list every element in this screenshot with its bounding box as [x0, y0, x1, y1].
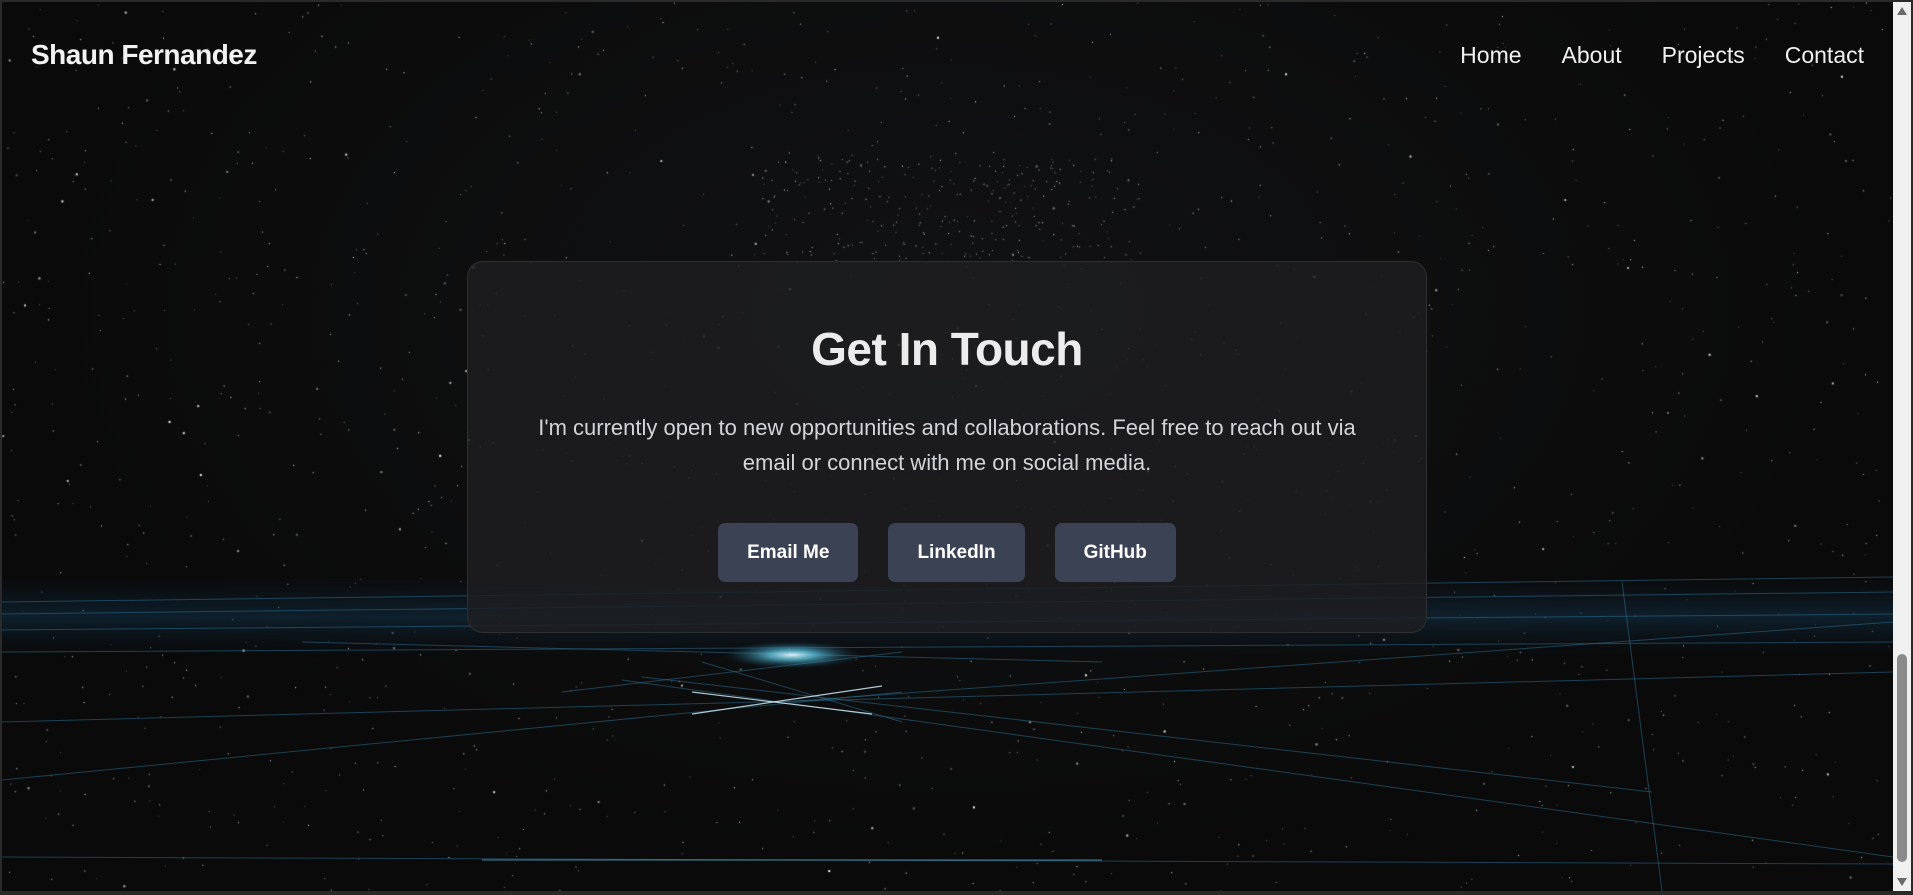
site-brand[interactable]: Shaun Fernandez	[31, 39, 257, 71]
grid-line	[2, 691, 903, 781]
scroll-thumb[interactable]	[1897, 654, 1907, 862]
grid-highlight-line	[691, 685, 883, 715]
linkedin-button[interactable]: LinkedIn	[888, 523, 1025, 582]
email-me-button[interactable]: Email Me	[718, 523, 859, 582]
contact-description: I'm currently open to new opportunities …	[538, 415, 1356, 475]
grid-line	[641, 676, 1653, 793]
nav-links: Home About Projects Contact	[1460, 42, 1864, 69]
vertical-scrollbar[interactable]	[1893, 2, 1911, 891]
nav-link-about[interactable]: About	[1562, 42, 1622, 69]
github-button[interactable]: GitHub	[1054, 523, 1176, 582]
grid-line	[701, 661, 903, 723]
browser-window: Shaun Fernandez Home About Projects Cont…	[2, 2, 1911, 891]
contact-title: Get In Touch	[811, 323, 1083, 375]
grid-line	[2, 671, 1893, 723]
scroll-up-arrow-icon[interactable]	[1897, 7, 1907, 15]
horizon-glow	[722, 641, 862, 669]
page-viewport: Shaun Fernandez Home About Projects Cont…	[2, 2, 1893, 891]
contact-buttons: Email Me LinkedIn GitHub	[468, 523, 1426, 582]
top-navbar: Shaun Fernandez Home About Projects Cont…	[2, 2, 1893, 108]
nav-link-contact[interactable]: Contact	[1785, 42, 1864, 69]
nav-link-home[interactable]: Home	[1460, 42, 1521, 69]
contact-card: Get In Touch I'm currently open to new o…	[467, 261, 1427, 633]
scroll-down-arrow-icon[interactable]	[1897, 878, 1907, 886]
nav-link-projects[interactable]: Projects	[1662, 42, 1745, 69]
